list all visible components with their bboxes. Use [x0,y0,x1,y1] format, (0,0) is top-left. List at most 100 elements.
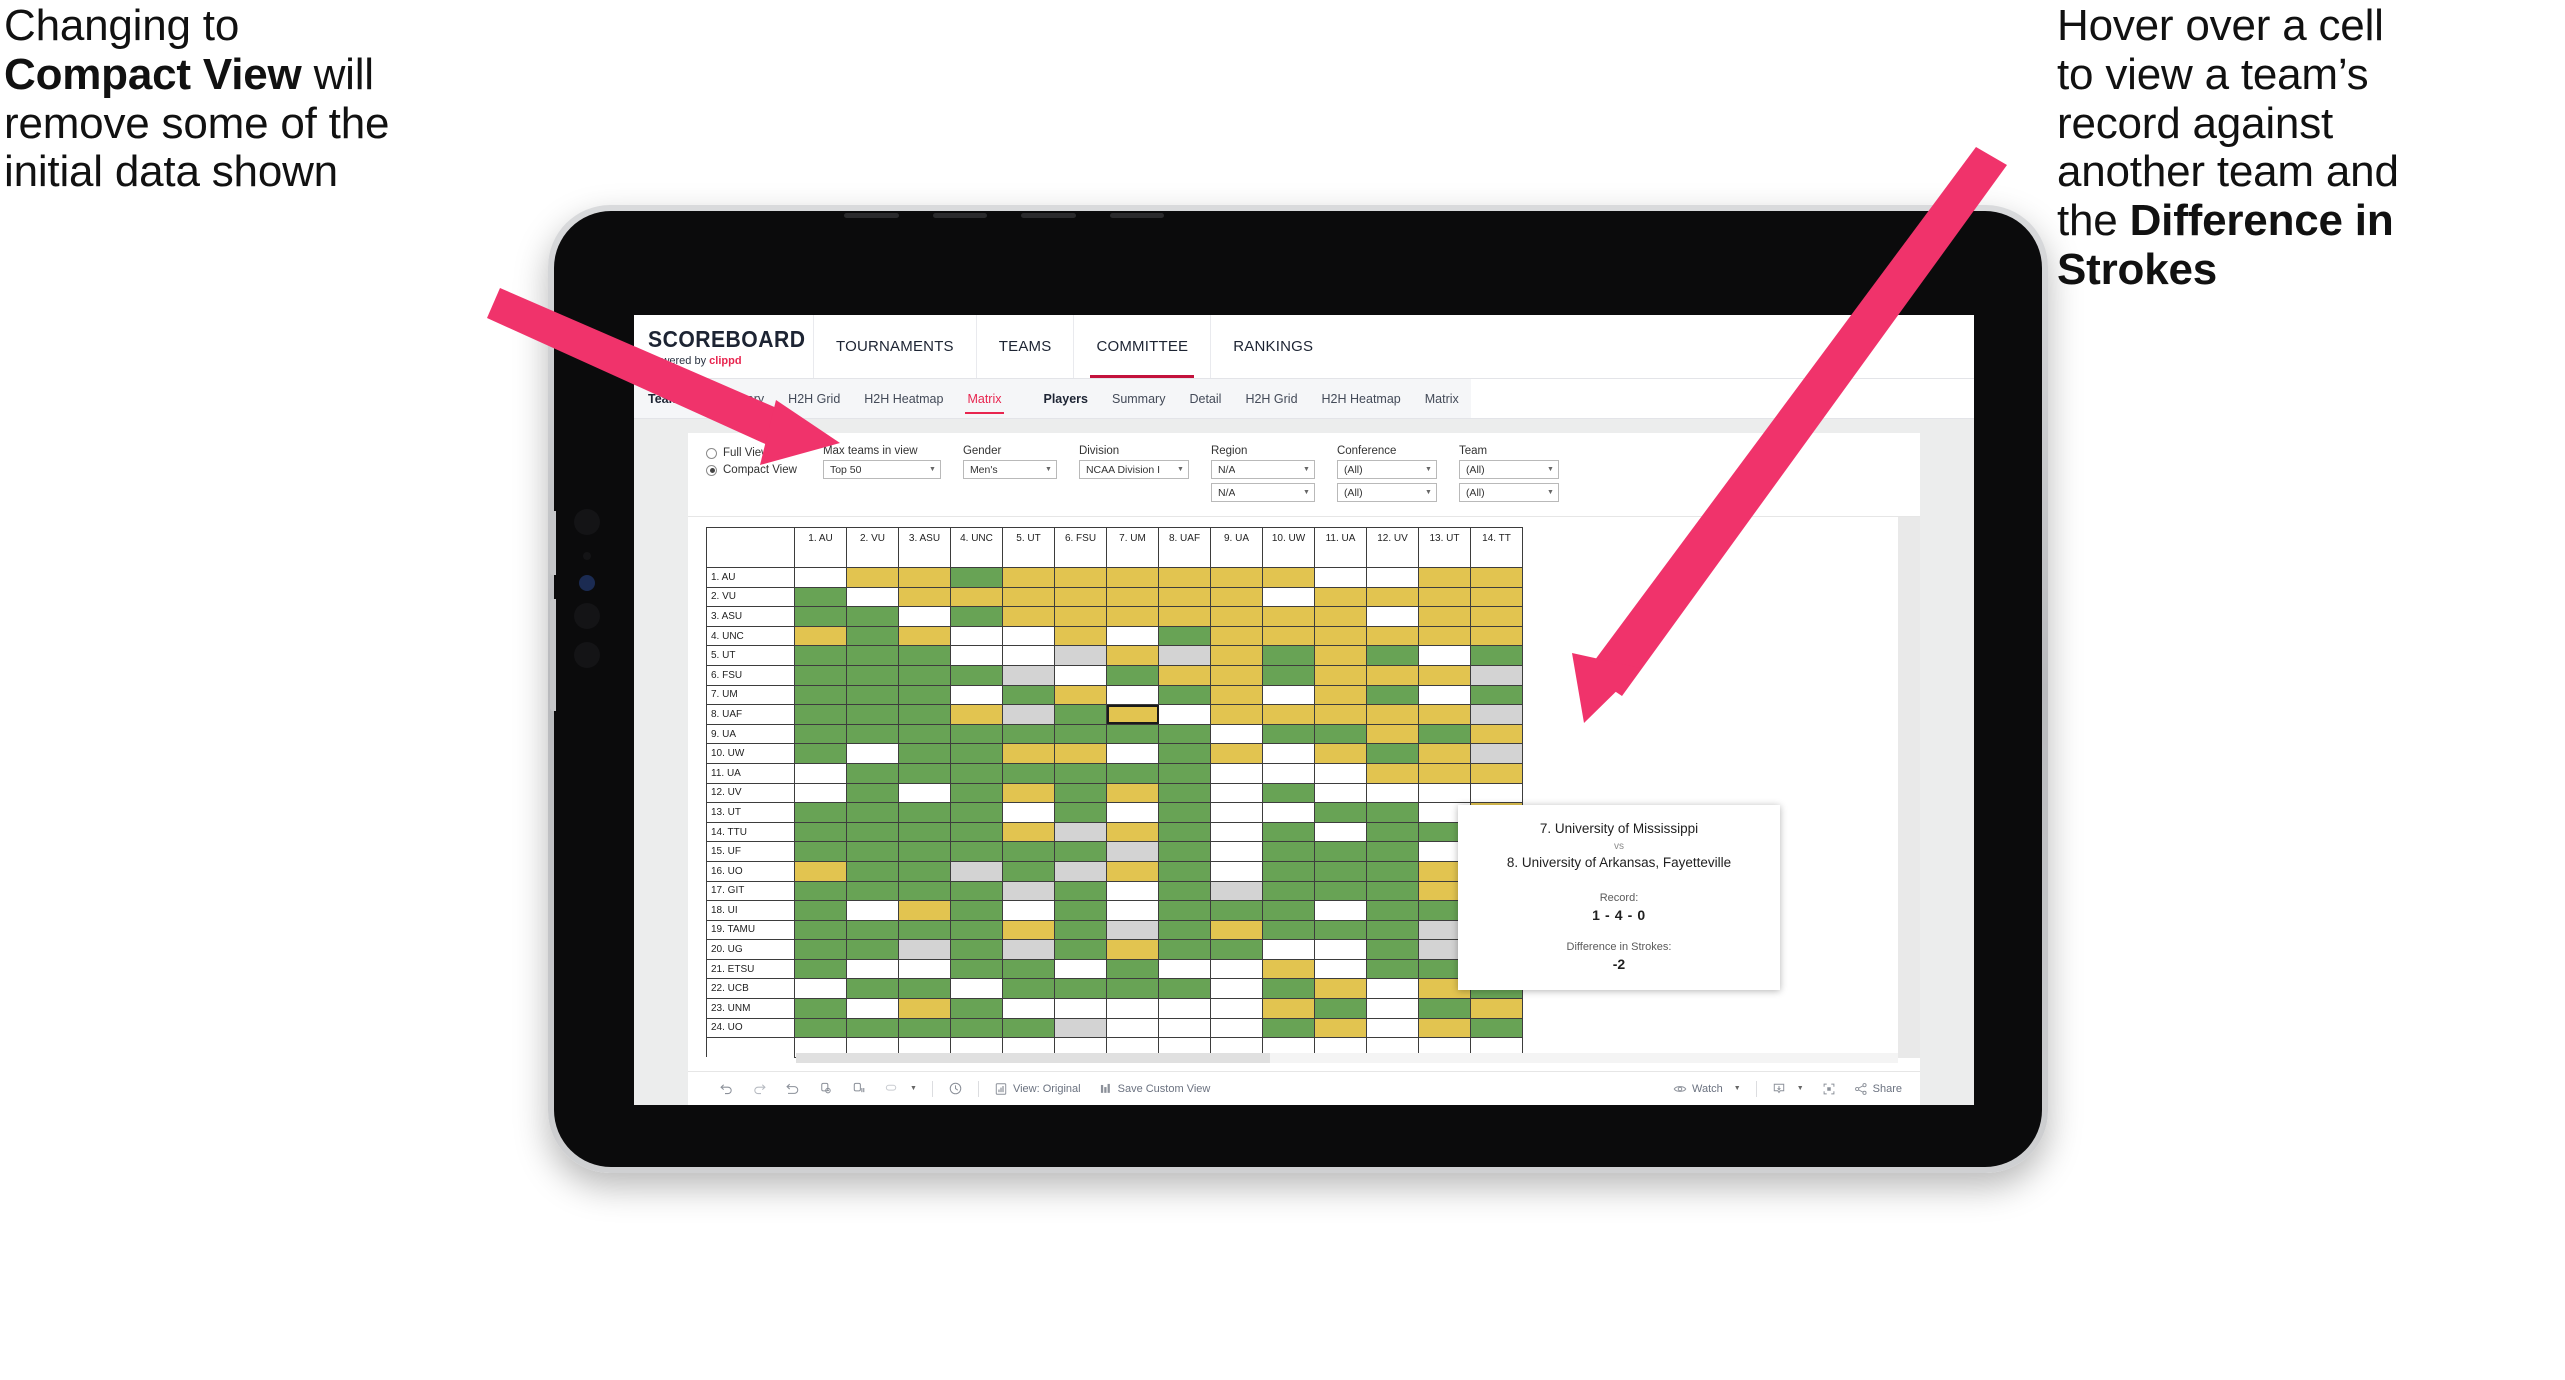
h2h-matrix-table[interactable]: 1. AU 2. VU 3. ASU 4. UNC 5. UT 6. FSU 7. UM 8.… [706,527,1523,1058]
matrix-cell[interactable] [1314,821,1367,843]
matrix-cell[interactable] [1210,567,1263,588]
matrix-cell[interactable] [1002,664,1055,686]
matrix-cell[interactable] [1418,762,1471,784]
matrix-cell[interactable] [1314,939,1367,960]
matrix-cell[interactable] [1314,958,1367,980]
matrix-cell[interactable] [1106,782,1159,804]
matrix-cell[interactable] [1158,625,1211,647]
subnav-item-players-h2h-grid[interactable]: H2H Grid [1233,379,1309,418]
matrix-cell[interactable] [950,939,1003,960]
matrix-cell[interactable] [1314,782,1367,804]
matrix-cell[interactable] [1210,1017,1263,1039]
matrix-cell[interactable] [898,586,951,608]
matrix-cell[interactable] [1210,860,1263,882]
matrix-cell[interactable] [1262,880,1315,902]
matrix-column-header[interactable]: 14. TT [1470,527,1523,568]
matrix-cell[interactable] [794,664,847,686]
matrix-cell[interactable] [1314,586,1367,608]
matrix-cell[interactable] [1158,802,1211,823]
radio-compact-view[interactable]: Compact View [706,464,797,476]
matrix-cell[interactable] [1054,998,1107,1019]
matrix-cell[interactable] [846,900,899,921]
matrix-column-header[interactable]: 12. UV [1366,527,1419,568]
matrix-cell[interactable] [1054,586,1107,608]
subnav-item-teams-h2h-heatmap[interactable]: H2H Heatmap [852,379,955,418]
matrix-cell[interactable] [1262,586,1315,608]
matrix-cell[interactable] [846,782,899,804]
matrix-cell[interactable] [1106,939,1159,960]
subnav-item-players-matrix[interactable]: Matrix [1413,379,1471,418]
matrix-cell[interactable] [1106,821,1159,843]
matrix-cell[interactable] [1054,860,1107,882]
matrix-row-header[interactable]: 18. UI [706,900,795,921]
matrix-cell[interactable] [950,958,1003,980]
matrix-body[interactable]: 1. AU 2. VU 3. ASU 4. UNC 5. UT 6. FSU 7. UM 8.… [706,567,1523,1058]
matrix-cell[interactable] [1418,606,1471,627]
matrix-cell[interactable] [1106,567,1159,588]
matrix-cell[interactable] [1210,841,1263,862]
share-button[interactable]: Share [1845,1082,1920,1096]
matrix-column-header[interactable]: 8. UAF [1158,527,1211,568]
matrix-cell[interactable] [1106,958,1159,980]
matrix-cell[interactable] [1314,998,1367,1019]
matrix-cell[interactable] [1366,919,1419,941]
undo-button[interactable] [710,1081,743,1096]
redo-button[interactable] [743,1081,776,1096]
matrix-cell[interactable] [1002,958,1055,980]
topnav-item-teams[interactable]: TEAMS [977,315,1075,378]
matrix-cell[interactable] [898,625,951,647]
matrix-cell[interactable] [1210,880,1263,902]
matrix-cell[interactable] [1106,586,1159,608]
matrix-cell[interactable] [794,939,847,960]
view-original-button[interactable]: View: Original [985,1082,1090,1096]
matrix-cell[interactable] [1470,762,1523,784]
matrix-column-header[interactable]: 6. FSU [1054,527,1107,568]
matrix-row-header[interactable]: 4. UNC [706,625,795,647]
matrix-column-header[interactable]: 2. VU [846,527,899,568]
matrix-cell[interactable] [1106,860,1159,882]
matrix-cell[interactable] [1210,645,1263,666]
matrix-column-header[interactable]: 3. ASU [898,527,951,568]
matrix-cell[interactable] [846,860,899,882]
matrix-cell[interactable] [1106,919,1159,941]
matrix-cell[interactable] [1158,860,1211,882]
matrix-row-header[interactable]: 2. VU [706,586,795,608]
matrix-cell[interactable] [1002,625,1055,647]
matrix-row-header[interactable]: 22. UCB [706,978,795,1000]
matrix-row-header[interactable]: 10. UW [706,743,795,764]
matrix-cell[interactable] [1470,586,1523,608]
matrix-cell[interactable] [1210,802,1263,823]
matrix-cell[interactable] [846,606,899,627]
matrix-cell[interactable] [1158,841,1211,862]
matrix-cell[interactable] [1054,1017,1107,1039]
matrix-cell[interactable] [1210,939,1263,960]
matrix-cell[interactable] [1002,802,1055,823]
matrix-cell[interactable] [1054,782,1107,804]
matrix-cell[interactable] [1470,743,1523,764]
matrix-cell[interactable] [950,1017,1003,1039]
matrix-cell[interactable] [846,743,899,764]
matrix-cell[interactable] [898,998,951,1019]
matrix-cell[interactable] [1470,723,1523,745]
matrix-cell[interactable] [1262,567,1315,588]
matrix-cell[interactable] [1002,919,1055,941]
matrix-cell[interactable] [846,841,899,862]
matrix-row-header[interactable]: 14. TTU [706,821,795,843]
matrix-cell[interactable] [1314,664,1367,686]
refresh-data-button[interactable] [809,1081,842,1096]
matrix-cell[interactable] [1210,743,1263,764]
matrix-cell[interactable] [898,821,951,843]
matrix-cell[interactable] [1210,704,1263,725]
matrix-cell[interactable] [846,802,899,823]
matrix-cell[interactable] [1314,684,1367,706]
matrix-cell[interactable] [1314,802,1367,823]
matrix-cell[interactable] [1106,1017,1159,1039]
matrix-cell[interactable] [1262,762,1315,784]
matrix-cell[interactable] [1366,860,1419,882]
revert-button[interactable] [776,1081,809,1096]
matrix-cell[interactable] [1314,704,1367,725]
matrix-cell[interactable] [1054,567,1107,588]
matrix-cell[interactable] [1002,782,1055,804]
matrix-cell[interactable] [1106,880,1159,902]
region-select-1[interactable]: N/A ▼ [1210,460,1315,479]
